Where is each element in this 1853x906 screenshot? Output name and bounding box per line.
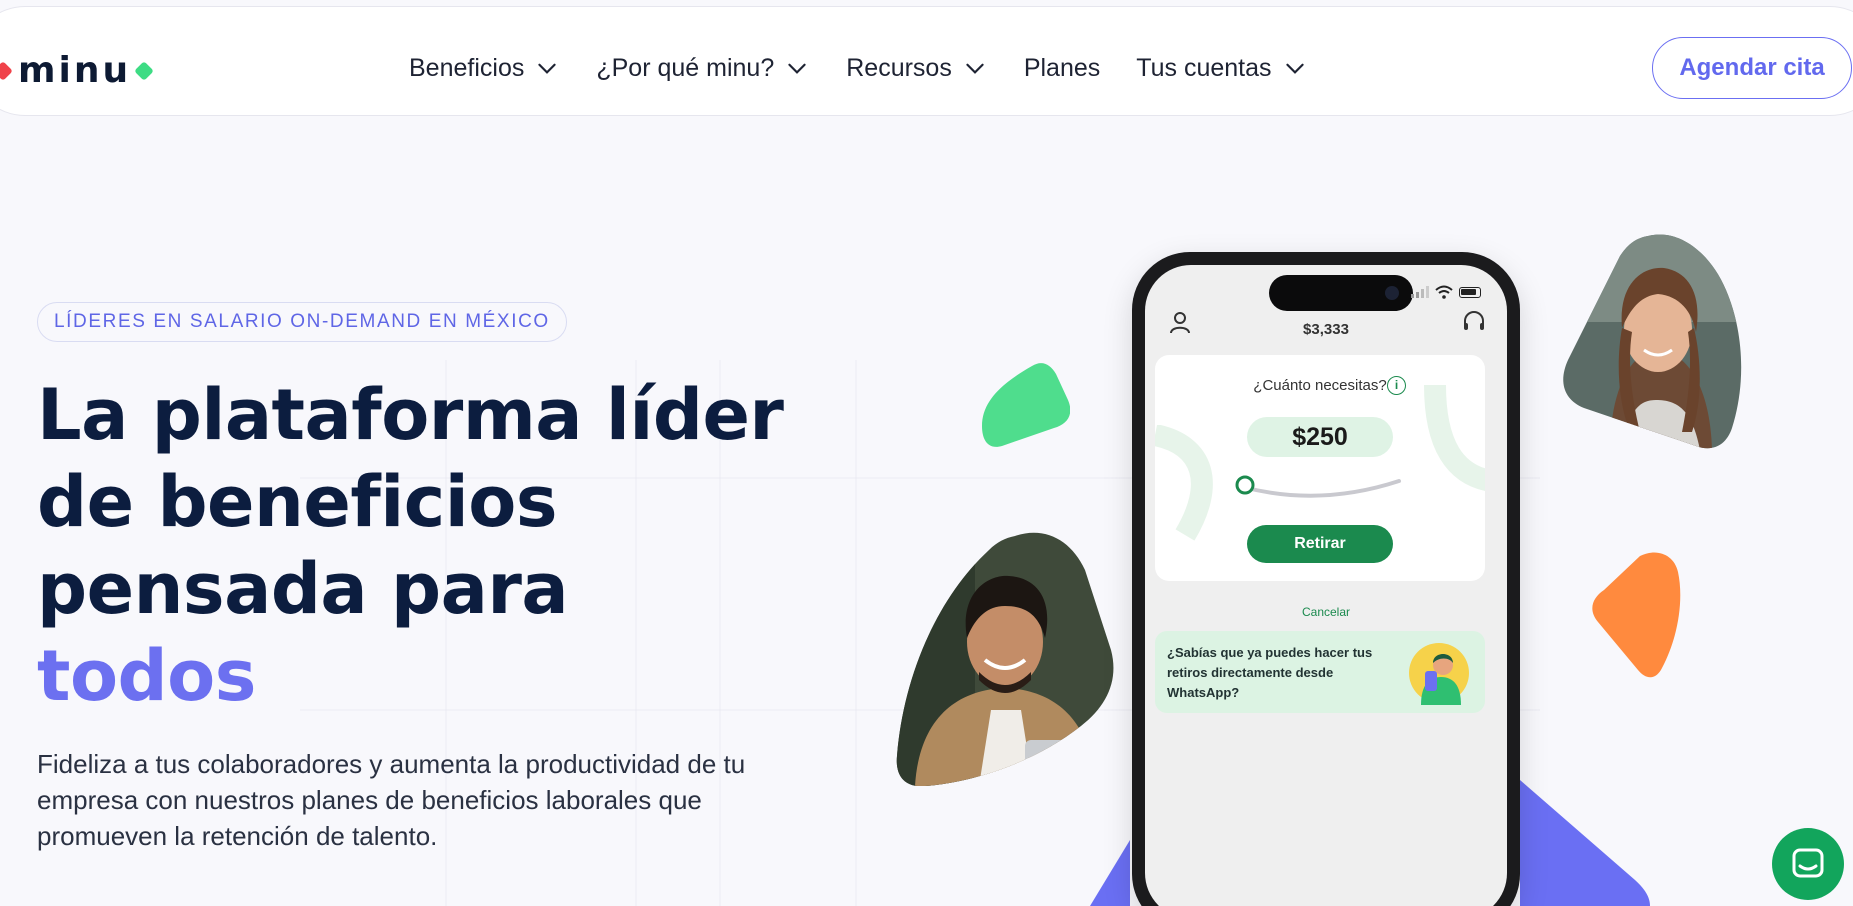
nav-item-label: Recursos [846, 53, 952, 82]
hero-badge: LÍDERES EN SALARIO ON-DEMAND EN MÉXICO [37, 302, 567, 342]
main-menu: Beneficios ¿Por qué minu? Recursos Plane… [409, 51, 1344, 85]
info-icon[interactable]: i [1387, 376, 1406, 395]
chat-icon [1792, 848, 1824, 878]
withdraw-button[interactable]: Retirar [1247, 525, 1393, 563]
woman-photo [1563, 234, 1742, 449]
headline-line: La plataforma líder [37, 374, 784, 456]
tip-text: ¿Sabías que ya puedes hacer tus retiros … [1167, 645, 1373, 700]
withdraw-card: ¿Cuánto necesitas? i $250 Retirar [1155, 355, 1485, 581]
headline-line: pensada para [37, 548, 569, 630]
nav-item-label: ¿Por qué minu? [596, 53, 775, 82]
chevron-down-icon [788, 63, 806, 74]
schedule-appointment-button[interactable]: Agendar cita [1652, 37, 1852, 99]
status-bar [1411, 285, 1481, 299]
phone-mockup: $3,333 ¿Cuánto necesitas? i $250 Retirar… [1132, 252, 1520, 906]
green-leaf-shape [982, 363, 1070, 447]
cancel-link[interactable]: Cancelar [1145, 605, 1507, 619]
signal-icon [1411, 286, 1429, 298]
headline-line: de beneficios [37, 461, 558, 543]
nav-item-recursos[interactable]: Recursos [846, 54, 988, 83]
nav-item-por-que-minu[interactable]: ¿Por qué minu? [596, 54, 810, 83]
chevron-down-icon [966, 63, 984, 74]
amount-slider[interactable] [1235, 473, 1405, 501]
headline-accent: todos [37, 635, 256, 717]
page: minu Beneficios ¿Por qué minu? Recursos … [0, 0, 1853, 906]
phone-balance: $3,333 [1303, 321, 1349, 338]
nav-item-tus-cuentas[interactable]: Tus cuentas [1136, 54, 1307, 83]
dynamic-island [1269, 275, 1413, 311]
nav-item-label: Beneficios [409, 53, 525, 82]
logo-green-diamond [134, 61, 155, 81]
card-deco-swirl [1424, 385, 1485, 491]
amount-question: ¿Cuánto necesitas? [1253, 377, 1387, 394]
man-photo [896, 532, 1114, 786]
hero-headline: La plataforma líder de beneficios pensad… [37, 372, 797, 720]
logo-red-diamond [0, 61, 13, 81]
chat-button[interactable] [1772, 828, 1844, 900]
chevron-down-icon [1285, 63, 1304, 74]
headset-icon[interactable] [1461, 309, 1487, 335]
top-navbar: minu Beneficios ¿Por qué minu? Recursos … [0, 6, 1853, 116]
card-deco-swirl [1155, 425, 1213, 541]
minu-logo[interactable]: minu [0, 50, 155, 91]
orange-leaf-shape [1592, 552, 1681, 678]
camera-icon [1385, 286, 1399, 300]
nav-item-planes[interactable]: Planes [1024, 54, 1100, 83]
nav-item-label: Tus cuentas [1136, 53, 1272, 82]
chevron-down-icon [538, 63, 557, 74]
nav-item-label: Planes [1023, 53, 1101, 82]
nav-item-beneficios[interactable]: Beneficios [409, 54, 560, 83]
logo-wordmark: minu [18, 50, 132, 91]
person-phone-illustration [1409, 643, 1469, 705]
hero-subtext: Fideliza a tus colaboradores y aumenta l… [37, 749, 746, 851]
wifi-icon [1435, 285, 1453, 299]
battery-icon [1459, 286, 1481, 298]
whatsapp-tip-card[interactable]: ¿Sabías que ya puedes hacer tus retiros … [1155, 631, 1485, 713]
phone-screen: $3,333 ¿Cuánto necesitas? i $250 Retirar… [1145, 265, 1507, 906]
amount-display: $250 [1247, 417, 1393, 457]
